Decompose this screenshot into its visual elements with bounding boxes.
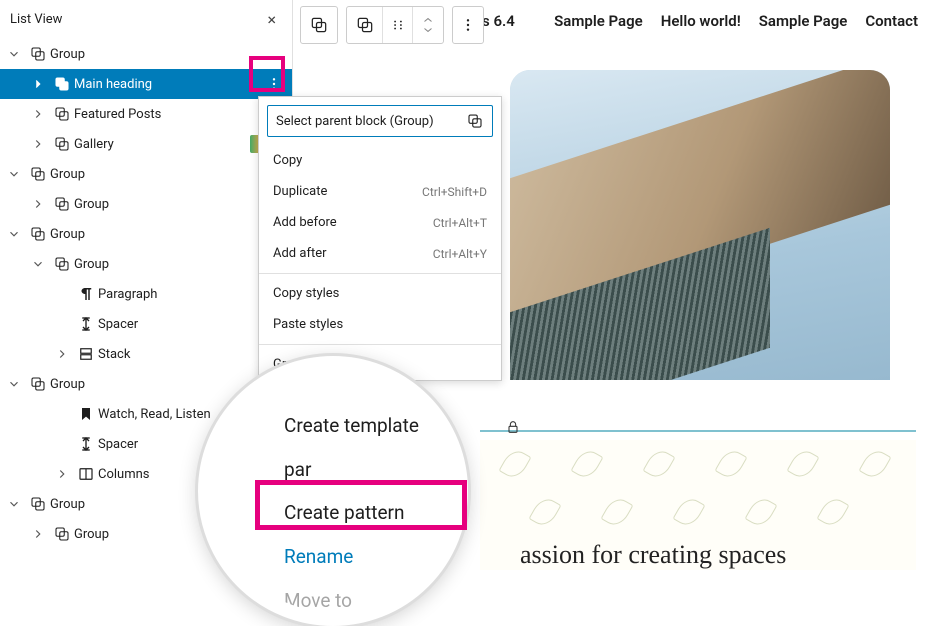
keyboard-shortcut: Ctrl+Shift+D bbox=[422, 185, 487, 199]
group-icon bbox=[26, 495, 50, 513]
separator bbox=[480, 430, 916, 432]
menu-item-label: Copy styles bbox=[273, 286, 339, 301]
menu-item[interactable]: Paste styles bbox=[259, 309, 501, 340]
select-parent-label: Select parent block (Group) bbox=[276, 114, 434, 129]
spacer-icon bbox=[74, 315, 98, 333]
nav-link[interactable]: Contact bbox=[865, 12, 918, 30]
drag-handle-icon[interactable] bbox=[383, 7, 413, 43]
group-icon bbox=[50, 135, 74, 153]
menu-item-label: Duplicate bbox=[273, 184, 327, 199]
row-options-button[interactable] bbox=[256, 76, 292, 92]
group-icon bbox=[50, 255, 74, 273]
menu-item-create-pattern[interactable]: Create pattern bbox=[284, 491, 424, 535]
parent-select-button[interactable] bbox=[347, 7, 383, 43]
group-icon bbox=[50, 75, 74, 93]
close-icon[interactable]: × bbox=[261, 8, 282, 31]
list-view-label: Gallery bbox=[74, 137, 250, 152]
nav-link[interactable]: Sample Page bbox=[554, 12, 643, 30]
block-context-menu: Select parent block (Group) Copy Duplicat… bbox=[258, 96, 502, 381]
menu-item[interactable]: Copy styles bbox=[259, 278, 501, 309]
menu-item-label: Paste styles bbox=[273, 317, 343, 332]
menu-item-label: Add before bbox=[273, 215, 337, 230]
version-fragment: s 6.4 bbox=[478, 12, 519, 30]
toolbar-group-block bbox=[300, 6, 338, 44]
list-view-row[interactable]: Group bbox=[0, 189, 292, 219]
move-up-down-button[interactable] bbox=[413, 7, 443, 43]
select-parent-block[interactable]: Select parent block (Group) bbox=[267, 105, 493, 137]
list-view-row[interactable]: Group bbox=[0, 159, 292, 189]
group-icon bbox=[50, 105, 74, 123]
menu-item-move-to[interactable]: Move to bbox=[284, 579, 424, 623]
chevron-right-icon[interactable] bbox=[26, 197, 50, 211]
stack-icon bbox=[74, 345, 98, 363]
lock-icon bbox=[505, 419, 521, 435]
list-view-row[interactable]: Stack bbox=[0, 339, 292, 369]
chevron-down-icon[interactable] bbox=[26, 257, 50, 271]
list-view-row[interactable]: Group bbox=[0, 39, 292, 69]
block-type-button[interactable] bbox=[301, 7, 337, 43]
chevron-right-icon[interactable] bbox=[26, 107, 50, 121]
menu-item-label: Add after bbox=[273, 246, 327, 261]
list-view-row[interactable]: Paragraph bbox=[0, 279, 292, 309]
chevron-down-icon[interactable] bbox=[2, 47, 26, 61]
menu-divider bbox=[259, 344, 501, 345]
keyboard-shortcut: Ctrl+Alt+Y bbox=[433, 247, 487, 261]
menu-item[interactable]: Copy bbox=[259, 145, 501, 176]
toolbar-group-actions bbox=[346, 6, 444, 44]
menu-item[interactable]: Add after Ctrl+Alt+Y bbox=[259, 238, 501, 269]
tagline-fragment: assion for creating spaces bbox=[520, 540, 786, 570]
chevron-down-icon[interactable] bbox=[2, 227, 26, 241]
nav-link[interactable]: Hello world! bbox=[661, 12, 741, 30]
block-toolbar bbox=[300, 6, 484, 44]
group-icon bbox=[26, 225, 50, 243]
list-view-row[interactable]: Group bbox=[0, 249, 292, 279]
bookmark-icon bbox=[74, 405, 98, 423]
more-options-button[interactable] bbox=[453, 7, 483, 43]
list-view-header: List View × bbox=[0, 0, 292, 37]
menu-item-create-template-part[interactable]: Create template par bbox=[284, 404, 424, 491]
list-view-row[interactable]: Gallery bbox=[0, 129, 292, 159]
list-view-label: Group bbox=[50, 47, 292, 62]
list-view-row[interactable]: Featured Posts bbox=[0, 99, 292, 129]
group-icon bbox=[26, 375, 50, 393]
magnifier-lens: Create template par Create pattern Renam… bbox=[198, 356, 468, 626]
keyboard-shortcut: Ctrl+Alt+T bbox=[433, 216, 487, 230]
toolbar-group-more bbox=[452, 6, 484, 44]
list-view-label: Main heading bbox=[74, 77, 256, 92]
list-view-title: List View bbox=[10, 12, 62, 27]
chevron-down-icon[interactable] bbox=[2, 377, 26, 391]
chevron-down-icon[interactable] bbox=[2, 167, 26, 181]
list-view-row[interactable]: Spacer bbox=[0, 309, 292, 339]
menu-item-label: Copy bbox=[273, 153, 302, 168]
group-icon bbox=[26, 165, 50, 183]
list-view-row[interactable]: Group bbox=[0, 219, 292, 249]
list-view-label: Group bbox=[50, 227, 292, 242]
chevron-right-icon[interactable] bbox=[26, 77, 50, 91]
menu-item[interactable]: Duplicate Ctrl+Shift+D bbox=[259, 176, 501, 207]
menu-divider bbox=[259, 273, 501, 274]
spacer-icon bbox=[74, 435, 98, 453]
columns-icon bbox=[74, 465, 98, 483]
menu-item-rename[interactable]: Rename bbox=[284, 535, 424, 579]
chevron-down-icon[interactable] bbox=[2, 497, 26, 511]
group-icon bbox=[50, 525, 74, 543]
nav-link[interactable]: Sample Page bbox=[759, 12, 848, 30]
chevron-right-icon[interactable] bbox=[26, 527, 50, 541]
paragraph-icon bbox=[74, 285, 98, 303]
list-view-row[interactable]: Main heading bbox=[0, 69, 292, 99]
chevron-right-icon[interactable] bbox=[26, 137, 50, 151]
chevron-right-icon[interactable] bbox=[50, 467, 74, 481]
menu-item[interactable]: Add before Ctrl+Alt+T bbox=[259, 207, 501, 238]
chevron-right-icon[interactable] bbox=[50, 347, 74, 361]
hero-image bbox=[510, 70, 890, 380]
group-icon bbox=[50, 195, 74, 213]
list-view-label: Group bbox=[50, 167, 292, 182]
site-nav: Sample Page Hello world! Sample Page Con… bbox=[554, 12, 918, 30]
group-icon bbox=[26, 45, 50, 63]
